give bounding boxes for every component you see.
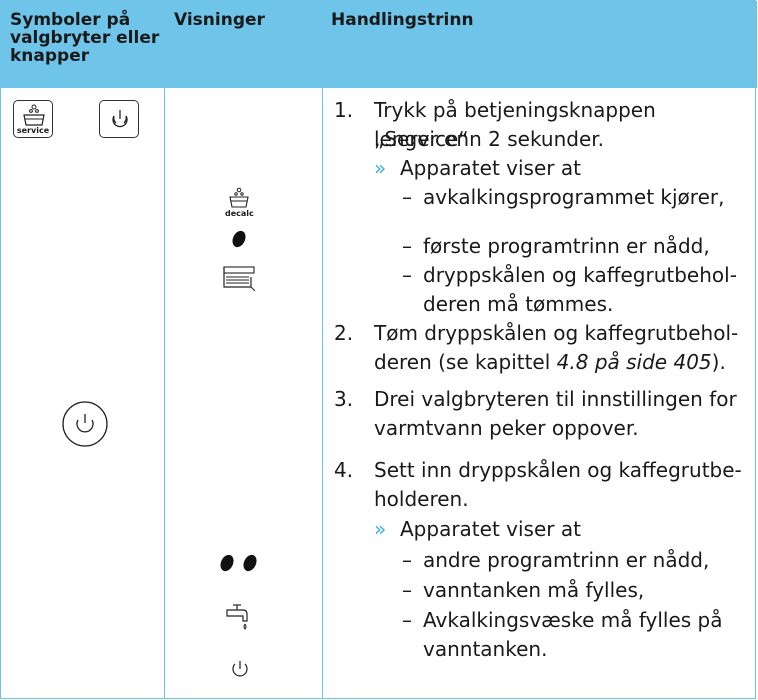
step-4: 4. Sett inn dryppskålen og kaffegrutbe- …	[334, 456, 754, 516]
power-display	[230, 659, 250, 679]
step-3-number: 3.	[334, 387, 354, 411]
step-2: 2. Tøm dryppskålen og kaffegrutbehol- de…	[334, 319, 754, 379]
instruction-table: Symboler på valgbryter eller knapper Vis…	[0, 0, 757, 699]
decalc-display: decalc	[225, 187, 254, 219]
header-displays: Visninger	[174, 10, 265, 30]
step-1-number: 1.	[334, 98, 354, 122]
step-4-bullet3-dash: –	[402, 608, 412, 632]
step-1-bullet3-line1: dryppskålen og kaffegrutbehol-	[423, 263, 737, 287]
header-symbols: Symboler på valgbryter eller knapper	[10, 11, 170, 65]
step-1-bullet2: første programtrinn er nådd,	[423, 234, 710, 258]
bean-indicator-one	[231, 229, 247, 249]
step-4-bullet3-line1: Avkalkingsvæske må fylles på	[423, 608, 723, 632]
step-4-result-arrow: »	[374, 517, 387, 541]
drip-tray-icon	[223, 266, 256, 292]
water-tank-display	[223, 601, 255, 631]
step-1-bullet3-line2: deren må tømmes.	[423, 292, 614, 316]
step-4-number: 4.	[334, 458, 354, 482]
step-4-bullet2-dash: –	[402, 578, 412, 602]
step-4-line2: holderen.	[374, 487, 469, 511]
step-1-result-arrow: »	[374, 156, 387, 180]
table-header: Symboler på valgbryter eller knapper Vis…	[1, 1, 757, 88]
tap-icon	[226, 604, 248, 630]
two-beans-icon	[220, 554, 257, 572]
step-1-bullet2-dash: –	[402, 234, 412, 258]
power-button[interactable]	[99, 100, 139, 138]
step-2-number: 2.	[334, 321, 354, 345]
header-symbols-line3: knapper	[10, 46, 90, 66]
step-1: 1. Trykk på betjeningsknappen „Service“ …	[334, 96, 754, 156]
service-button[interactable]: service	[13, 100, 53, 138]
step-1-bullet1-dash: –	[402, 185, 412, 209]
power-cup-icon	[112, 110, 128, 128]
header-symbols-line1: Symboler på	[10, 10, 131, 30]
header-symbols-line2: valgbryter eller	[10, 28, 160, 48]
step-4-bullet2: vanntanken må fylles,	[423, 578, 645, 602]
step-1-result: Apparatet viser at	[400, 156, 581, 180]
step-4-bullet3-line2: vanntanken.	[423, 637, 548, 661]
step-4-bullet1: andre programtrinn er nådd,	[423, 548, 710, 572]
chapter-reference-link[interactable]: 4.8 på side 405	[557, 350, 712, 374]
decalc-label: decalc	[225, 209, 254, 218]
step-4-line1: Sett inn dryppskålen og kaffegrutbe-	[374, 458, 742, 482]
step-2-line2-end: ).	[711, 350, 726, 374]
power-cup-icon-large	[62, 401, 108, 447]
power-icon	[232, 661, 248, 677]
service-label: service	[16, 126, 50, 135]
decalc-icon	[229, 187, 249, 208]
step-3: 3. Drei valgbryteren til innstillingen f…	[334, 385, 754, 445]
header-steps: Handlingstrinn	[331, 10, 474, 30]
step-1-line2: lenger enn 2 sekunder.	[374, 127, 604, 151]
bean-icon	[232, 230, 246, 248]
step-2-line1: Tøm dryppskålen og kaffegrutbehol-	[374, 321, 739, 345]
step-4-bullet1-dash: –	[402, 548, 412, 572]
column-divider-2	[322, 88, 323, 698]
step-2-line2: deren (se kapittel 4.8 på side 405).	[374, 348, 726, 377]
step-1-bullet3-dash: –	[402, 263, 412, 287]
column-divider-1	[164, 88, 165, 698]
step-4-result: Apparatet viser at	[400, 517, 581, 541]
bean-indicator-two	[217, 553, 261, 573]
step-3-line2: varmtvann peker oppover.	[374, 416, 639, 440]
step-3-line1: Drei valgbryteren til innstillingen for	[374, 387, 737, 411]
step-1-bullet1: avkalkingsprogrammet kjører,	[423, 185, 725, 209]
drip-tray-display	[221, 263, 257, 295]
power-button-round[interactable]	[61, 400, 109, 448]
step-2-line2-text: deren (se kapittel	[374, 350, 557, 374]
